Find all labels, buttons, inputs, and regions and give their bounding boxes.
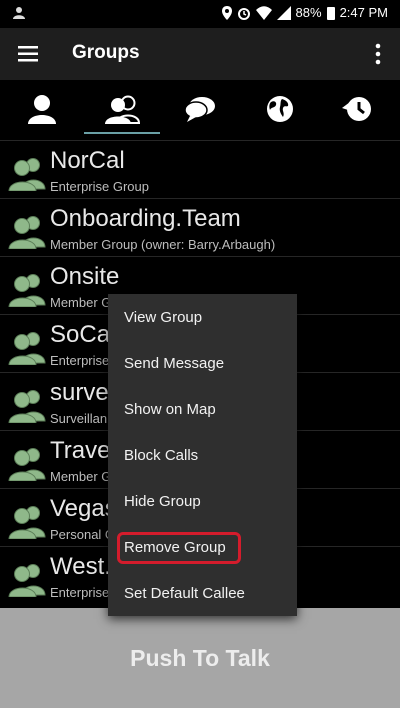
signal-icon bbox=[276, 5, 291, 20]
group-name: SoCa bbox=[50, 321, 111, 348]
group-type: Enterprise bbox=[50, 585, 110, 600]
group-type: Member Group (owner: Barry.Arbaugh) bbox=[50, 237, 276, 252]
group-avatar-icon bbox=[8, 158, 46, 191]
group-name: Trave bbox=[50, 437, 111, 464]
group-name: Vegas bbox=[50, 495, 117, 522]
menu-item-set-default-callee[interactable]: Set Default Callee bbox=[108, 570, 297, 616]
battery-percent: 88% bbox=[295, 5, 322, 20]
list-item[interactable]: Onboarding.Team Member Group (owner: Barr… bbox=[0, 198, 400, 257]
menu-item-label: Send Message bbox=[124, 355, 225, 372]
app-bar: Groups bbox=[0, 28, 400, 80]
group-type: Personal G bbox=[50, 527, 116, 542]
context-menu: View Group Send Message Show on Map Block C… bbox=[108, 294, 297, 616]
group-avatar-icon bbox=[8, 332, 46, 365]
wifi-icon bbox=[255, 5, 272, 20]
alarm-icon bbox=[237, 7, 250, 20]
status-icons: 88% 2:47 PM bbox=[221, 5, 388, 20]
tab-groups[interactable] bbox=[82, 80, 162, 138]
tab-contacts[interactable] bbox=[2, 80, 82, 138]
group-name: West. bbox=[50, 553, 111, 580]
group-name: NorCal bbox=[50, 147, 125, 174]
chat-icon bbox=[184, 97, 215, 122]
selected-tab-indicator bbox=[84, 132, 160, 134]
menu-item-show-on-map[interactable]: Show on Map bbox=[108, 386, 297, 432]
menu-item-view-group[interactable]: View Group bbox=[108, 294, 297, 340]
battery-icon bbox=[326, 6, 335, 20]
group-avatar-icon bbox=[8, 506, 46, 539]
group-type: Surveillan bbox=[50, 411, 108, 426]
page-title: Groups bbox=[72, 42, 140, 63]
tab-history[interactable] bbox=[318, 80, 398, 138]
menu-item-label: Hide Group bbox=[124, 493, 201, 510]
status-time: 2:47 PM bbox=[339, 5, 388, 20]
menu-item-label: Show on Map bbox=[124, 401, 216, 418]
tab-bar bbox=[0, 80, 400, 138]
group-avatar-icon bbox=[8, 216, 46, 249]
group-avatar-icon bbox=[8, 448, 46, 481]
tab-messages[interactable] bbox=[160, 80, 240, 138]
menu-item-send-message[interactable]: Send Message bbox=[108, 340, 297, 386]
group-type: Enterprise bbox=[50, 353, 110, 368]
remove-group-highlight bbox=[117, 532, 241, 564]
group-type: Member G bbox=[50, 469, 112, 484]
app-notification-icon bbox=[13, 7, 25, 19]
menu-item-hide-group[interactable]: Hide Group bbox=[108, 478, 297, 524]
group-name: Onboarding.Team bbox=[50, 205, 241, 232]
globe-icon bbox=[267, 96, 293, 122]
tab-map[interactable] bbox=[240, 80, 320, 138]
group-icon bbox=[105, 95, 140, 124]
group-avatar-icon bbox=[8, 564, 46, 597]
group-avatar-icon bbox=[8, 390, 46, 423]
menu-icon[interactable] bbox=[16, 42, 42, 66]
list-item[interactable]: NorCal Enterprise Group bbox=[0, 140, 400, 199]
menu-item-label: View Group bbox=[124, 309, 203, 326]
group-type: Enterprise Group bbox=[50, 179, 149, 194]
status-bar: 88% 2:47 PM bbox=[0, 0, 400, 28]
group-avatar-icon bbox=[8, 274, 46, 307]
group-type: Member G bbox=[50, 295, 112, 310]
group-name: surve bbox=[50, 379, 109, 406]
overflow-menu-icon[interactable] bbox=[370, 42, 386, 66]
menu-item-label: Set Default Callee bbox=[124, 585, 245, 602]
menu-item-block-calls[interactable]: Block Calls bbox=[108, 432, 297, 478]
group-name: Onsite bbox=[50, 263, 120, 290]
push-to-talk-button[interactable]: Push To Talk bbox=[0, 608, 400, 708]
location-icon bbox=[221, 5, 232, 20]
menu-item-label: Block Calls bbox=[124, 447, 199, 464]
person-icon bbox=[28, 95, 56, 124]
history-icon bbox=[342, 97, 371, 121]
